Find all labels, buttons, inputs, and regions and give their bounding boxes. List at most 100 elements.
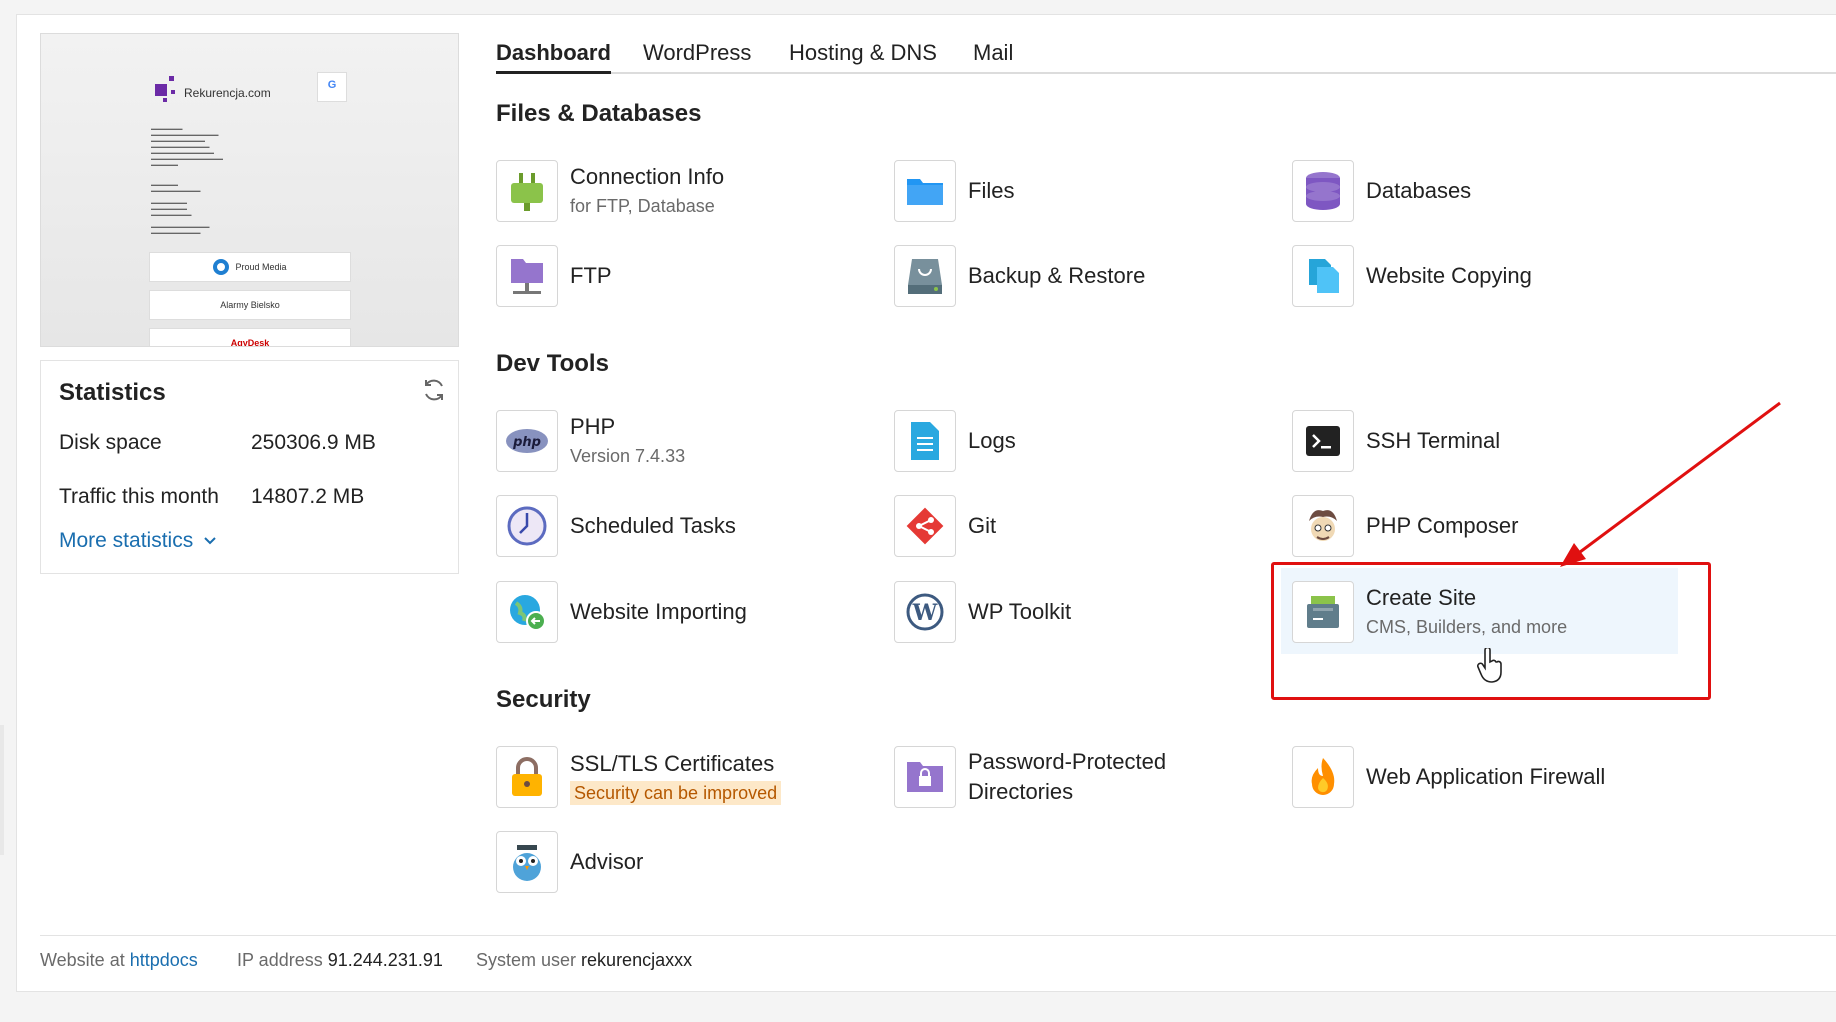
partner-name: Alarmy Bielsko (220, 300, 280, 310)
tool-name: Advisor (570, 849, 644, 874)
annotation-arrow-icon (1560, 401, 1781, 567)
tool-name: SSL/TLS Certificates (570, 751, 775, 776)
terminal-icon (1292, 410, 1354, 472)
document-icon (894, 410, 956, 472)
footer-user-value: rekurencjaxxx (581, 950, 693, 970)
php-icon: php (496, 410, 558, 472)
tool-name: Git (968, 513, 997, 538)
google-badge-icon: G (317, 72, 347, 102)
tool-name: WP Toolkit (968, 599, 1072, 624)
tool-web-application-firewall[interactable]: Web Application Firewall (1292, 745, 1605, 809)
footer-website: Website at httpdocs (40, 950, 198, 971)
partner-name: AgyDesk (230, 338, 270, 347)
tool-name: Connection Info (570, 164, 725, 189)
tool-name: FTP (570, 263, 612, 288)
tool-logs[interactable]: Logs (894, 409, 1016, 473)
tool-name: SSH Terminal (1366, 428, 1501, 453)
tab-mail[interactable]: Mail (973, 40, 1013, 74)
preview-partner-box: Proud Media (149, 252, 351, 282)
backup-icon (894, 245, 956, 307)
preview-page: Rekurencja.com G ▬▬▬▬▬▬▬ ▬▬▬▬▬▬▬▬▬▬▬▬▬▬▬ ▬… (41, 34, 458, 347)
git-icon (894, 495, 956, 557)
preview-text-block-2: ▬▬▬▬▬▬ ▬▬▬▬▬▬▬▬▬▬▬ ▬▬▬▬▬▬▬▬ ▬▬▬▬▬▬▬▬ ▬▬▬▬▬▬▬… (151, 182, 210, 235)
svg-text:php: php (512, 435, 541, 450)
tool-scheduled-tasks[interactable]: Scheduled Tasks (496, 494, 736, 558)
tool-git[interactable]: Git (894, 494, 996, 558)
tool-files[interactable]: Files (894, 159, 1014, 223)
tool-ftp[interactable]: FTP (496, 244, 612, 308)
more-statistics-link[interactable]: More statistics (59, 529, 217, 553)
statistics-title: Statistics (59, 379, 166, 406)
lock-icon (496, 746, 558, 808)
tool-connection-info[interactable]: Connection Info for FTP, Database (496, 159, 724, 223)
database-icon (1292, 160, 1354, 222)
partner-name: Proud Media (235, 262, 287, 272)
folder-icon (894, 160, 956, 222)
tab-hosting-dns[interactable]: Hosting & DNS (789, 40, 937, 74)
disk-space-label: Disk space (59, 431, 162, 454)
chevron-down-icon (204, 537, 216, 545)
tool-name: Files (968, 178, 1015, 203)
tool-name: Website Copying (1366, 263, 1532, 288)
tool-wp-toolkit[interactable]: W WP Toolkit (894, 580, 1071, 644)
tool-website-copying[interactable]: Website Copying (1292, 244, 1532, 308)
footer-system-user: System user rekurencjaxxx (476, 950, 692, 971)
tool-password-protected-directories[interactable]: Password-Protected Directories (894, 745, 1166, 809)
tool-databases[interactable]: Databases (1292, 159, 1471, 223)
security-warning-badge: Security can be improved (570, 781, 782, 805)
tool-name: Backup & Restore (968, 263, 1146, 288)
footer-website-label: Website at (40, 950, 125, 970)
statistics-card: Statistics Disk space 250306.9 MB Traffi… (40, 360, 459, 574)
locked-folder-icon (894, 746, 956, 808)
section-security: Security (496, 686, 591, 713)
ftp-folder-icon (496, 245, 558, 307)
section-dev-tools: Dev Tools (496, 350, 609, 377)
tool-name: Logs (968, 428, 1016, 453)
preview-partner-box: AgyDesk (149, 328, 351, 347)
tab-dashboard[interactable]: Dashboard (496, 40, 611, 74)
tool-name: Website Importing (570, 599, 747, 624)
section-files-databases: Files & Databases (496, 100, 702, 127)
more-statistics-label: More statistics (59, 529, 194, 552)
preview-partner-box: Alarmy Bielsko (149, 290, 351, 320)
preview-site-title: Rekurencja.com (184, 86, 271, 100)
plug-icon (496, 160, 558, 222)
tool-backup-restore[interactable]: Backup & Restore (894, 244, 1145, 308)
tab-bar: Dashboard WordPress Hosting & DNS Mail (496, 36, 1836, 74)
tool-name: Password-Protected (968, 749, 1167, 774)
tab-wordpress[interactable]: WordPress (643, 40, 751, 74)
tool-name: Scheduled Tasks (570, 513, 736, 538)
tool-name-line2: Directories (968, 779, 1074, 804)
tool-subtitle: Version 7.4.33 (570, 446, 686, 466)
wordpress-icon: W (894, 581, 956, 643)
footer-ip: IP address 91.244.231.91 (237, 950, 443, 971)
tool-php-composer[interactable]: PHP Composer (1292, 494, 1518, 558)
footer-bar: Website at httpdocs IP address 91.244.23… (40, 935, 1836, 970)
httpdocs-link[interactable]: httpdocs (130, 950, 198, 970)
globe-import-icon (496, 581, 558, 643)
footer-user-label: System user (476, 950, 577, 970)
tool-php[interactable]: php PHP Version 7.4.33 (496, 409, 685, 473)
footer-ip-value: 91.244.231.91 (327, 950, 443, 970)
tool-subtitle: for FTP, Database (570, 196, 715, 216)
footer-ip-label: IP address (237, 950, 323, 970)
tool-advisor[interactable]: Advisor (496, 830, 643, 894)
proud-media-logo-icon (213, 259, 230, 275)
preview-text-block: ▬▬▬▬▬▬▬ ▬▬▬▬▬▬▬▬▬▬▬▬▬▬▬ ▬▬▬▬▬▬▬▬▬▬▬▬ ▬▬▬▬▬▬… (151, 126, 223, 167)
tool-name: PHP Composer (1366, 513, 1519, 538)
tool-name: PHP (570, 414, 616, 439)
tool-name: Databases (1366, 178, 1472, 203)
refresh-icon[interactable] (421, 377, 447, 403)
owl-icon (496, 831, 558, 893)
website-preview[interactable]: Rekurencja.com G ▬▬▬▬▬▬▬ ▬▬▬▬▬▬▬▬▬▬▬▬▬▬▬ ▬… (40, 33, 459, 347)
tool-ssh-terminal[interactable]: SSH Terminal (1292, 409, 1500, 473)
traffic-value: 14807.2 MB (251, 485, 365, 508)
site-logo-icon (151, 74, 181, 104)
clock-icon (496, 495, 558, 557)
svg-text:W: W (912, 600, 938, 626)
composer-icon (1292, 495, 1354, 557)
tool-name: Web Application Firewall (1366, 764, 1606, 789)
left-edge-handle (0, 725, 4, 855)
tool-website-importing[interactable]: Website Importing (496, 580, 747, 644)
tool-ssl-certificates[interactable]: SSL/TLS Certificates Security can be impr… (496, 745, 782, 809)
